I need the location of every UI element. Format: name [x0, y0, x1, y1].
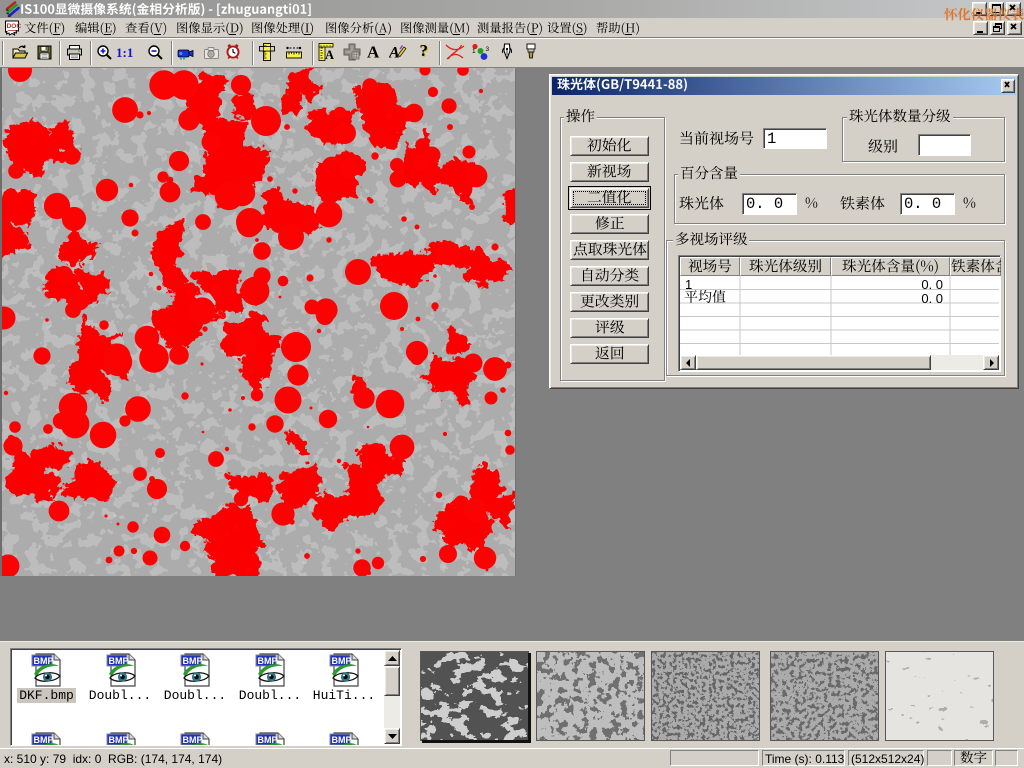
svg-text:3: 3 [486, 46, 490, 53]
svg-text:?: ? [420, 42, 429, 60]
svg-text:A: A [325, 48, 334, 61]
svg-text:DOC: DOC [7, 23, 21, 30]
svg-text:1: 1 [472, 48, 476, 55]
svg-text:A: A [367, 43, 380, 61]
svg-text:1:1: 1:1 [116, 45, 133, 60]
svg-text:A: A [389, 45, 400, 62]
